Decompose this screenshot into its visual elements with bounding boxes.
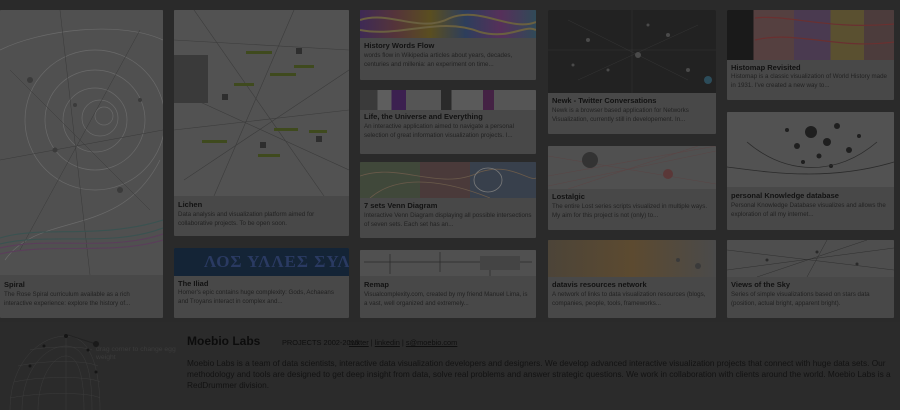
project-title: The Iliad — [178, 279, 209, 288]
project-description: The Rose Spiral curriculum available as … — [4, 291, 131, 307]
footer: Moebio Labs PROJECTS 2002-2015 twitter |… — [0, 322, 900, 410]
project-title: Lichen — [178, 200, 203, 209]
egg-drag-hint: drag corner to change egg weight — [96, 346, 176, 361]
egg-mesh-graphic[interactable] — [0, 322, 180, 410]
project-title: Views of the Sky — [731, 280, 791, 289]
project-card-spiral[interactable]: Spiral The Rose Spiral curriculum availa… — [0, 10, 163, 318]
lostalgic-thumbnail — [548, 146, 716, 189]
project-description: A network of links to data visualization… — [552, 291, 706, 307]
project-description: words flow in Wikipedia articles about y… — [364, 52, 513, 68]
project-description: Personal Knowledge Database visualizes a… — [731, 202, 886, 218]
histomap-thumbnail — [727, 10, 894, 60]
project-card-datavis[interactable]: datavis resources network A network of l… — [548, 240, 716, 318]
project-card-venn[interactable]: 7 sets Venn Diagram Interactive Venn Dia… — [360, 162, 536, 238]
project-description: The entire Lost series scripts visualize… — [552, 203, 708, 219]
history-words-thumbnail — [360, 10, 536, 38]
link-separator: | — [401, 338, 404, 347]
spiral-thumbnail — [0, 10, 163, 275]
project-card-history-words[interactable]: History Words Flow words flow in Wikiped… — [360, 10, 536, 80]
project-card-iliad[interactable]: ΛΟΣ ΥΛΛΕΣ ΣΥΛΛΕΣ The Iliad Homer's epic … — [174, 248, 349, 318]
about-text: Moebio Labs is a team of data scientists… — [187, 358, 891, 391]
project-card-pkd[interactable]: personal Knowledge database Personal Kno… — [727, 112, 894, 230]
project-card-histomap[interactable]: Histomap Revisited Histomap is a classic… — [727, 10, 894, 100]
project-card-sky[interactable]: Views of the Sky Series of simple visual… — [727, 240, 894, 318]
project-title: personal Knowledge database — [731, 191, 839, 200]
project-description: Series of simple visualizations based on… — [731, 291, 870, 307]
email-link[interactable]: s@moebio.com — [406, 338, 457, 347]
datavis-thumbnail — [548, 240, 716, 277]
project-title: Life, the Universe and Everything — [364, 112, 483, 121]
iliad-thumbnail-text: ΛΟΣ ΥΛΛΕΣ ΣΥΛΛΕΣ — [204, 252, 349, 271]
project-title: Lostalgic — [552, 192, 585, 201]
twitter-link[interactable]: twitter — [349, 338, 369, 347]
project-title: Histomap Revisited — [731, 63, 801, 72]
project-title: Spiral — [4, 280, 25, 289]
project-description: An interactive application aimed to navi… — [364, 123, 514, 139]
linkedin-link[interactable]: linkedin — [375, 338, 400, 347]
brand-name: Moebio Labs — [187, 334, 261, 348]
lichen-thumbnail — [174, 10, 349, 196]
link-separator: | — [370, 338, 373, 347]
project-title: datavis resources network — [552, 280, 647, 289]
project-title: Remap — [364, 280, 390, 289]
projects-period: PROJECTS 2002-2015 — [282, 338, 359, 347]
sky-thumbnail — [727, 240, 894, 277]
project-title: 7 sets Venn Diagram — [364, 201, 438, 210]
project-title: History Words Flow — [364, 41, 435, 50]
project-card-newk[interactable]: Newk - Twitter Conversations Newk is a b… — [548, 10, 716, 134]
life-universe-thumbnail — [360, 90, 536, 110]
pkd-thumbnail — [727, 112, 894, 187]
project-grid: Spiral The Rose Spiral curriculum availa… — [0, 0, 900, 322]
iliad-thumbnail: ΛΟΣ ΥΛΛΕΣ ΣΥΛΛΕΣ — [174, 248, 349, 276]
project-description: Homer's epic contains huge complexity: G… — [178, 289, 334, 305]
project-description: Data analysis and visualization platform… — [178, 211, 315, 227]
project-description: Newk is a browser based application for … — [552, 107, 689, 123]
project-description: Histomap is a classic visualization of W… — [731, 73, 888, 89]
project-card-remap[interactable]: Remap Visualcomplexity.com, created by m… — [360, 250, 536, 318]
project-card-lichen[interactable]: Lichen Data analysis and visualization p… — [174, 10, 349, 236]
project-card-lostalgic[interactable]: Lostalgic The entire Lost series scripts… — [548, 146, 716, 230]
project-description: Visualcomplexity.com, created by my frie… — [364, 291, 528, 307]
newk-thumbnail — [548, 10, 716, 93]
project-card-life-universe[interactable]: Life, the Universe and Everything An int… — [360, 90, 536, 154]
remap-thumbnail — [360, 250, 536, 276]
social-links: twitter | linkedin | s@moebio.com — [349, 338, 457, 347]
project-title: Newk - Twitter Conversations — [552, 96, 657, 105]
project-description: Interactive Venn Diagram displaying all … — [364, 212, 532, 228]
venn-thumbnail — [360, 162, 536, 198]
